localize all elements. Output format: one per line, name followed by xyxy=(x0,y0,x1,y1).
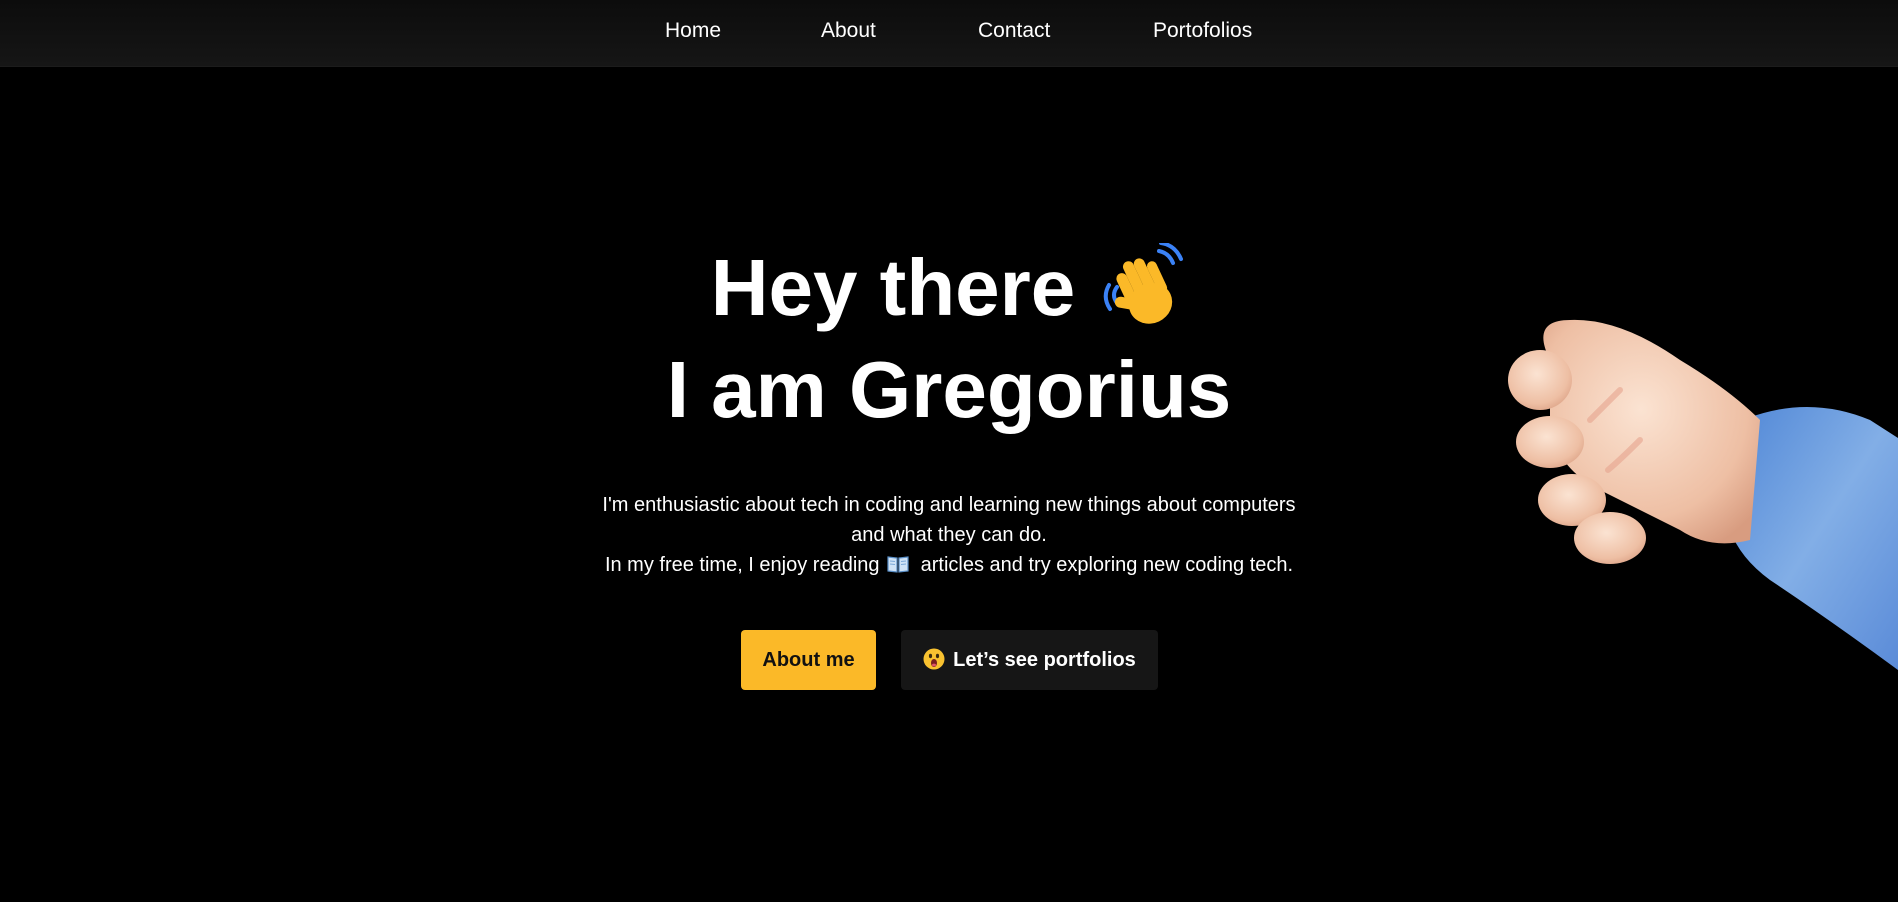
waving-hand-icon xyxy=(1103,241,1187,327)
page: Home About Contact Portofolios Hey there… xyxy=(0,0,1898,902)
open-book-icon xyxy=(887,552,909,573)
nav-about-link[interactable]: About xyxy=(821,18,876,44)
see-portfolios-button[interactable]: Let’s see portfolios xyxy=(901,630,1158,690)
3d-hand-illustration xyxy=(1490,300,1898,700)
top-navigation: Home About Contact Portofolios xyxy=(0,0,1898,67)
hero-description-text-before: In my free time, I enjoy reading xyxy=(604,554,880,576)
hero-title-greeting: Hey there xyxy=(710,243,1076,332)
nav-home-link[interactable]: Home xyxy=(665,18,721,44)
astonished-face-icon xyxy=(923,634,945,670)
nav-contact-link[interactable]: Contact xyxy=(978,18,1050,44)
see-portfolios-button-label: Let’s see portfolios xyxy=(953,649,1136,671)
hero-description-text-after: articles and try exploring new coding te… xyxy=(920,554,1294,576)
nav-portfolios-link[interactable]: Portofolios xyxy=(1153,18,1252,44)
about-me-button-label: About me xyxy=(762,649,855,671)
about-me-button[interactable]: About me xyxy=(741,630,876,690)
